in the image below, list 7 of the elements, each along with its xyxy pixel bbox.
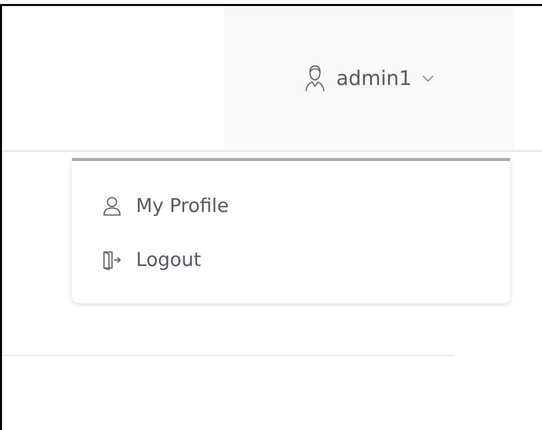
menu-item[interactable]: My Profile <box>72 179 510 233</box>
user-icon <box>102 196 122 216</box>
door-exit-icon <box>102 250 122 270</box>
avatar-icon <box>304 64 326 92</box>
chevron-down-icon <box>422 74 434 82</box>
user-menu-button[interactable]: admin1 <box>224 6 514 150</box>
menu-item[interactable]: Logout <box>72 233 510 287</box>
